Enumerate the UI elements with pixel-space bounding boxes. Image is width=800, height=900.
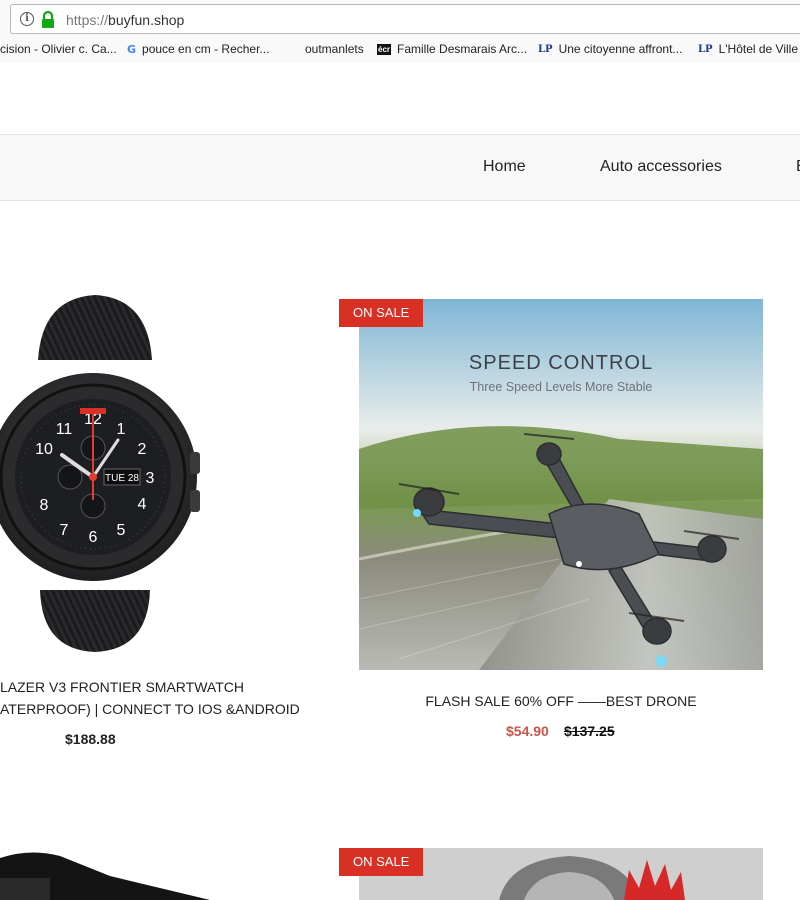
svg-text:10: 10 bbox=[35, 441, 53, 458]
bookmark-label: cision - Olivier c. Ca... bbox=[0, 42, 117, 56]
svg-text:8: 8 bbox=[40, 497, 49, 514]
svg-text:5: 5 bbox=[117, 522, 126, 539]
svg-text:6: 6 bbox=[89, 529, 98, 546]
svg-text:3: 3 bbox=[146, 470, 155, 487]
bookmark-item[interactable]: G pouce en cm - Recher... bbox=[127, 42, 269, 56]
product-sale-price: $54.90 bbox=[506, 723, 549, 739]
bookmark-item[interactable]: cision - Olivier c. Ca... bbox=[0, 42, 117, 56]
lp-icon: LP bbox=[538, 43, 553, 55]
on-sale-badge: ON SALE bbox=[339, 299, 424, 327]
drone-image-subheading: Three Speed Levels More Stable bbox=[470, 380, 653, 394]
nav-item-auto-accessories[interactable]: Auto accessories bbox=[600, 158, 722, 176]
ecr-icon: écr bbox=[377, 43, 392, 55]
browser-chrome: i https://buyfun.shop cision - Olivier c… bbox=[0, 0, 800, 63]
google-icon: G bbox=[127, 42, 137, 56]
url-protocol: https:// bbox=[66, 12, 109, 28]
svg-text:7: 7 bbox=[60, 522, 69, 539]
url-text[interactable]: https://buyfun.shop bbox=[66, 12, 184, 28]
nav-item-home[interactable]: Home bbox=[483, 158, 526, 176]
bookmark-item[interactable]: LP Une citoyenne affront... bbox=[538, 42, 682, 56]
svg-text:TUE 28: TUE 28 bbox=[105, 473, 139, 484]
product-price: $188.88 bbox=[65, 731, 116, 747]
bookmark-item[interactable]: LP L'Hôtel de Ville bbox=[698, 42, 798, 56]
bookmark-label: Famille Desmarais Arc... bbox=[397, 42, 528, 56]
drone-image-heading: SPEED CONTROL bbox=[469, 352, 653, 374]
bookmark-label: L'Hôtel de Ville bbox=[718, 42, 799, 56]
svg-text:11: 11 bbox=[56, 421, 73, 438]
info-icon[interactable]: i bbox=[20, 12, 34, 26]
url-domain: buyfun.shop bbox=[108, 12, 185, 28]
url-bar[interactable]: i https://buyfun.shop bbox=[10, 4, 800, 34]
smartwatch-image[interactable]: 12 1 2 3 4 5 6 7 8 10 11 TUE 28 bbox=[0, 290, 210, 660]
bookmark-item[interactable]: écr Famille Desmarais Arc... bbox=[377, 42, 527, 56]
svg-text:2: 2 bbox=[138, 441, 147, 458]
bookmark-label: Une citoyenne affront... bbox=[558, 42, 683, 56]
on-sale-badge: ON SALE bbox=[339, 848, 424, 876]
nav-item-partial[interactable]: B bbox=[796, 158, 800, 176]
main-nav: Home Auto accessories B bbox=[0, 134, 800, 201]
product-image-partial[interactable] bbox=[0, 848, 220, 900]
product-title[interactable]: FLASH SALE 60% OFF ——BEST DRONE bbox=[359, 693, 763, 709]
drone-image[interactable]: SPEED CONTROL Three Speed Levels More St… bbox=[359, 299, 763, 670]
svg-text:1: 1 bbox=[117, 421, 126, 438]
svg-text:4: 4 bbox=[138, 496, 147, 513]
product-title[interactable]: ATERPROOF) | CONNECT TO IOS &ANDROID bbox=[0, 701, 300, 717]
bookmarks-bar: cision - Olivier c. Ca... G pouce en cm … bbox=[0, 38, 800, 62]
product-title[interactable]: LAZER V3 FRONTIER SMARTWATCH bbox=[0, 679, 244, 695]
bookmark-item[interactable]: outmanlets bbox=[305, 42, 364, 56]
product-old-price: $137.25 bbox=[564, 723, 615, 739]
lock-icon bbox=[42, 11, 54, 28]
bookmark-label: outmanlets bbox=[305, 42, 364, 56]
lp-icon: LP bbox=[698, 43, 713, 55]
bookmark-label: pouce en cm - Recher... bbox=[142, 42, 270, 56]
